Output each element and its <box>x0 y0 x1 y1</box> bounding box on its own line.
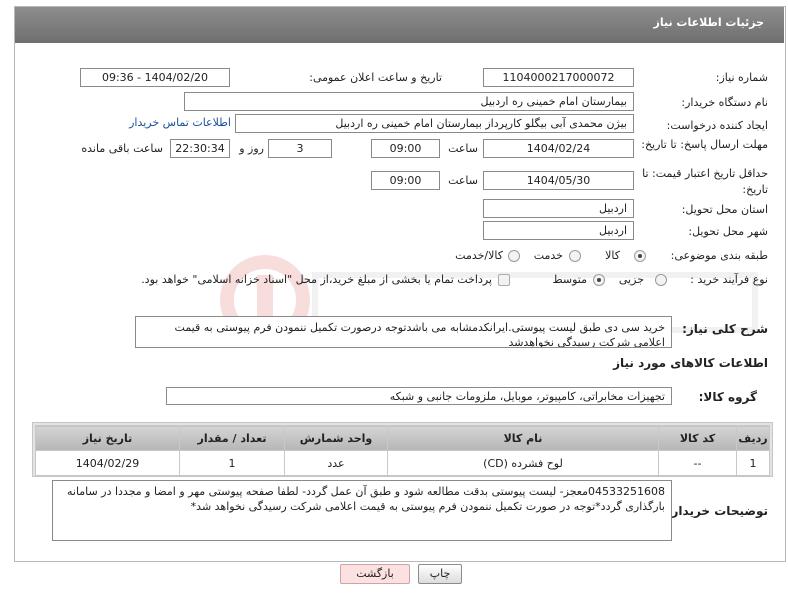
back-button[interactable]: بازگشت <box>340 564 410 584</box>
cell-code: -- <box>658 450 737 476</box>
buyer-org-label: نام دستگاه خریدار: <box>681 96 768 109</box>
days-field: 3 <box>268 139 332 158</box>
need-number-label: شماره نیاز: <box>715 71 768 84</box>
category-option-service: خدمت <box>533 249 563 262</box>
col-qty: تعداد / مقدار <box>179 425 285 451</box>
cell-unit: عدد <box>284 450 388 476</box>
print-button[interactable]: چاپ <box>418 564 462 584</box>
process-radio-minor[interactable] <box>655 274 667 286</box>
col-row: ردیف <box>736 425 770 451</box>
category-option-goods: کالا <box>605 249 620 262</box>
treasury-payment-note: پرداخت تمام یا بخشی از مبلغ خرید،از محل … <box>141 273 492 286</box>
need-number-field: 1104000217000072 <box>483 68 634 87</box>
validity-time-field: 09:00 <box>371 171 440 190</box>
category-option-goods-service: کالا/خدمت <box>455 249 503 262</box>
table-row[interactable]: 1 -- لوح فشرده (CD) عدد 1 1404/02/29 <box>35 450 770 476</box>
col-name: نام کالا <box>387 425 659 451</box>
process-option-medium: متوسط <box>552 273 587 286</box>
city-field: اردبیل <box>483 221 634 240</box>
goods-table-container: ردیف کد کالا نام کالا واحد شمارش تعداد /… <box>32 422 773 477</box>
process-option-minor: جزیی <box>618 273 644 286</box>
category-radio-goods-service[interactable] <box>508 250 520 262</box>
city-label: شهر محل تحویل: <box>688 225 768 238</box>
col-unit: واحد شمارش <box>284 425 388 451</box>
announce-label: تاریخ و ساعت اعلان عمومی: <box>309 71 442 84</box>
deadline-date-field: 1404/02/24 <box>483 139 634 158</box>
deadline-time-label: ساعت <box>448 142 478 155</box>
process-label: نوع فرآیند خرید : <box>690 273 768 286</box>
category-radio-service[interactable] <box>569 250 581 262</box>
province-field: اردبیل <box>483 199 634 218</box>
remaining-time-field: 22:30:34 <box>170 139 230 158</box>
col-code: کد کالا <box>658 425 737 451</box>
days-label: روز و <box>239 142 264 155</box>
deadline-label: مهلت ارسال پاسخ: تا تاریخ: <box>641 138 768 151</box>
cell-name: لوح فشرده (CD) <box>387 450 659 476</box>
cell-qty: 1 <box>179 450 285 476</box>
cell-date: 1404/02/29 <box>35 450 180 476</box>
validity-time-label: ساعت <box>448 174 478 187</box>
col-date: تاریخ نیاز <box>35 425 180 451</box>
buyer-org-field: بیمارستان امام خمینی ره اردبیل <box>184 92 634 111</box>
category-label: طبقه بندی موضوعی: <box>670 249 768 262</box>
goods-table: ردیف کد کالا نام کالا واحد شمارش تعداد /… <box>35 425 770 476</box>
panel-title: جزئیات اطلاعات نیاز <box>653 16 765 29</box>
creator-field: بیژن محمدی آبی بیگلو کارپرداز بیمارستان … <box>235 114 634 133</box>
description-textarea[interactable]: خرید سی دی طبق لیست پیوستی.ایرانکدمشابه … <box>135 316 672 348</box>
validity-date-field: 1404/05/30 <box>483 171 634 190</box>
remaining-time-label: ساعت باقی مانده <box>81 142 163 155</box>
province-label: استان محل تحویل: <box>681 203 768 216</box>
validity-label: حداقل تاریخ اعتبار قیمت: تا تاریخ: <box>642 167 768 196</box>
contact-info-link[interactable]: اطلاعات تماس خریدار <box>129 116 231 129</box>
cell-row: 1 <box>736 450 770 476</box>
buyer-notes-label: توضیحات خریدار: <box>666 504 768 518</box>
description-label: شرح کلی نیاز: <box>682 322 768 336</box>
goods-group-label: گروه کالا: <box>698 390 757 404</box>
deadline-time-field: 09:00 <box>371 139 440 158</box>
treasury-payment-checkbox[interactable] <box>498 274 510 286</box>
goods-group-field: تجهیزات مخابراتی، کامپیوتر، موبایل، ملزو… <box>166 387 672 405</box>
announce-field: 1404/02/20 - 09:36 <box>80 68 230 87</box>
goods-section-title: اطلاعات کالاهای مورد نیاز <box>613 356 768 370</box>
creator-label: ایجاد کننده درخواست: <box>666 119 768 132</box>
category-radio-goods[interactable] <box>634 250 646 262</box>
buyer-notes-textarea[interactable]: 04533251608معجز- لیست پیوستی بدقت مطالعه… <box>52 480 672 541</box>
process-radio-medium[interactable] <box>593 274 605 286</box>
goods-table-header: ردیف کد کالا نام کالا واحد شمارش تعداد /… <box>35 425 770 451</box>
